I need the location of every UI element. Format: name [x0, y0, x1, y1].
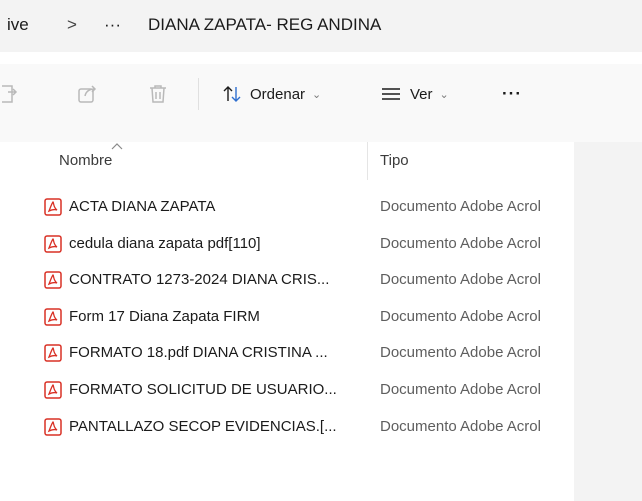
file-row[interactable]: Form 17 Diana Zapata FIRM Documento Adobe… — [0, 300, 574, 337]
file-row[interactable]: FORMATO SOLICITUD DE USUARIO... Documento… — [0, 373, 574, 410]
file-name: FORMATO SOLICITUD DE USUARIO... — [69, 380, 337, 398]
toolbar-divider — [198, 78, 199, 110]
file-row[interactable]: ACTA DIANA ZAPATA Documento Adobe Acrol — [0, 190, 574, 227]
command-bar: Ordenar ⌄ Ver ⌄ ··· — [0, 64, 642, 142]
file-name: FORMATO 18.pdf DIANA CRISTINA ... — [69, 344, 328, 362]
file-name: CONTRATO 1273-2024 DIANA CRIS... — [69, 271, 330, 289]
sort-button[interactable]: Ordenar ⌄ — [222, 82, 321, 106]
column-divider[interactable] — [367, 142, 368, 180]
breadcrumb-item-previous[interactable]: ive — [7, 14, 29, 36]
file-type: Documento Adobe Acrol — [380, 198, 541, 215]
file-row[interactable]: cedula diana zapata pdf[110] Documento Ad… — [0, 227, 574, 264]
pdf-file-icon — [44, 234, 62, 253]
more-options-button[interactable]: ··· — [502, 82, 522, 106]
file-row[interactable]: PANTALLAZO SECOP EVIDENCIAS.[... Document… — [0, 410, 574, 447]
file-row[interactable]: CONTRATO 1273-2024 DIANA CRIS... Document… — [0, 263, 574, 300]
file-name: cedula diana zapata pdf[110] — [69, 234, 261, 252]
column-header-row: Nombre Tipo — [0, 142, 574, 180]
file-name: ACTA DIANA ZAPATA — [69, 198, 216, 215]
pdf-file-icon — [44, 308, 62, 326]
pdf-file-icon — [44, 344, 62, 363]
delete-icon[interactable] — [146, 82, 170, 106]
breadcrumb-separator-icon: > — [67, 15, 77, 34]
file-row[interactable]: FORMATO 18.pdf DIANA CRISTINA ... Documen… — [0, 336, 574, 373]
sort-label: Ordenar — [250, 85, 306, 103]
details-pane-edge — [574, 142, 642, 501]
breadcrumb-overflow-button[interactable]: ··· — [104, 14, 121, 36]
column-header-type[interactable]: Tipo — [380, 152, 409, 169]
file-type: Documento Adobe Acrol — [380, 307, 541, 325]
sort-icon — [222, 84, 242, 104]
file-type: Documento Adobe Acrol — [380, 380, 541, 398]
file-type: Documento Adobe Acrol — [380, 234, 541, 252]
pdf-file-icon — [44, 417, 62, 436]
file-list: ACTA DIANA ZAPATA Documento Adobe Acrol ce… — [0, 190, 574, 446]
chevron-down-icon: ⌄ — [312, 88, 322, 101]
share-icon[interactable] — [0, 82, 24, 106]
file-name: PANTALLAZO SECOP EVIDENCIAS.[... — [69, 417, 337, 435]
view-button[interactable]: Ver ⌄ — [380, 82, 449, 106]
view-label: Ver — [410, 85, 433, 103]
pdf-file-icon — [44, 198, 62, 216]
share-arrow-icon[interactable] — [76, 82, 100, 106]
chevron-down-icon: ⌄ — [439, 88, 449, 101]
file-type: Documento Adobe Acrol — [380, 271, 541, 289]
file-type: Documento Adobe Acrol — [380, 417, 541, 435]
file-name: Form 17 Diana Zapata FIRM — [69, 307, 260, 325]
column-header-name[interactable]: Nombre — [59, 152, 112, 169]
pdf-file-icon — [44, 271, 62, 289]
pdf-file-icon — [44, 381, 62, 399]
file-type: Documento Adobe Acrol — [380, 344, 541, 362]
view-list-icon — [380, 84, 402, 104]
breadcrumb: ive > ··· DIANA ZAPATA- REG ANDINA — [0, 0, 642, 52]
breadcrumb-current-folder[interactable]: DIANA ZAPATA- REG ANDINA — [148, 14, 381, 36]
